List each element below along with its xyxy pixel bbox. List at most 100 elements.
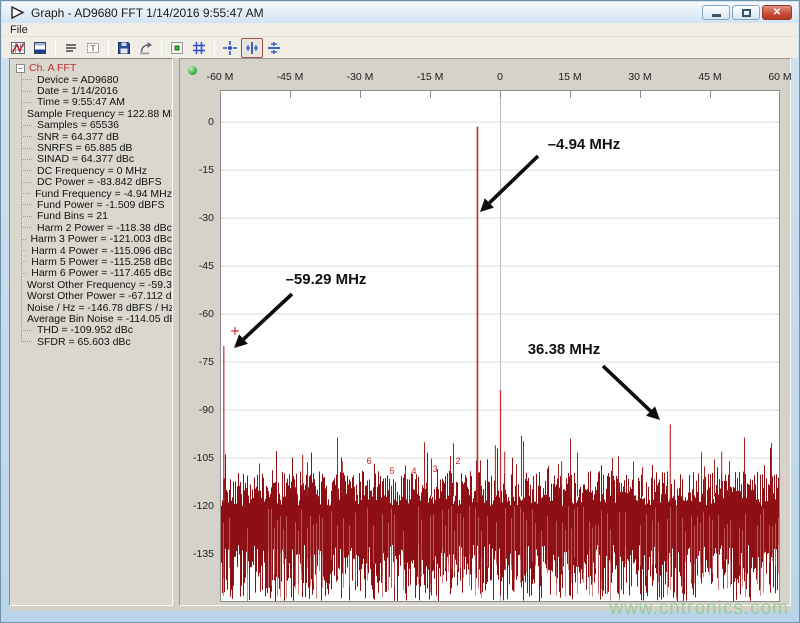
y-tick-label: -75 (184, 356, 214, 368)
text-label-button[interactable]: T (82, 38, 104, 58)
maximize-button[interactable] (732, 5, 760, 20)
fft-results-tree-panel[interactable]: − Ch. A FFT Device = AD9680Date = 1/14/2… (9, 58, 173, 606)
tree-item[interactable]: Harm 5 Power = -115.258 dBc (16, 256, 172, 267)
tree-item-label: Worst Other Frequency = -59.38 MHz (27, 279, 173, 291)
tree-item[interactable]: Fund Frequency = -4.94 MHz (16, 188, 172, 199)
tree-item[interactable]: Device = AD9680 (16, 74, 172, 85)
menu-file[interactable]: File (2, 24, 36, 36)
x-tick-label: 0 (480, 71, 520, 83)
tree-item-label: Average Bin Noise = -114.05 dBFS (27, 313, 173, 325)
grid-toggle-icon (191, 40, 207, 56)
status-led-icon (188, 66, 197, 75)
marker-toggle-icon (169, 40, 185, 56)
vertical-cursor-button[interactable] (241, 38, 263, 58)
x-tick-label: 45 M (690, 71, 730, 83)
svg-text:4: 4 (411, 466, 416, 476)
tree-item-label: Harm 2 Power = -118.38 dBc (37, 222, 172, 234)
tree-item-label: SNRFS = 65.885 dB (37, 142, 132, 154)
text-label-icon: T (85, 40, 101, 56)
client-area: − Ch. A FFT Device = AD9680Date = 1/14/2… (9, 58, 791, 611)
x-tick-label: -60 M (200, 71, 240, 83)
tree-item[interactable]: Harm 2 Power = -118.38 dBc (16, 222, 172, 233)
tree-item-label: Sample Frequency = 122.88 MHz (27, 108, 173, 120)
play-triangle-icon (10, 6, 25, 19)
tree-item-label: Harm 3 Power = -121.003 dBc (30, 233, 172, 245)
tree-item[interactable]: SINAD = 64.377 dBc (16, 154, 172, 165)
y-tick-label: -30 (184, 212, 214, 224)
svg-text:6: 6 (366, 456, 371, 466)
toolbar: T (2, 37, 798, 58)
center-cursor-icon (222, 40, 238, 56)
collapse-icon[interactable]: − (16, 64, 25, 73)
legend-lines-button[interactable] (60, 38, 82, 58)
grid-toggle-button[interactable] (188, 38, 210, 58)
toolbar-separator (108, 39, 109, 56)
tree-item[interactable]: Sample Frequency = 122.88 MHz (16, 108, 172, 119)
tree-item-label: DC Power = -83.842 dBFS (37, 176, 162, 188)
window-layout-icon (32, 40, 48, 56)
tree-item[interactable]: Fund Bins = 21 (16, 211, 172, 222)
tree-item[interactable]: Harm 6 Power = -117.465 dBc (16, 268, 172, 279)
vertical-cursor-icon (244, 40, 260, 56)
tree-item-label: Fund Bins = 21 (37, 210, 108, 222)
tree-item-label: DC Frequency = 0 MHz (37, 165, 147, 177)
tree-item-label: Device = AD9680 (37, 74, 118, 86)
close-button[interactable]: ✕ (762, 5, 792, 20)
menu-bar: File (2, 23, 798, 37)
y-tick-label: 0 (184, 116, 214, 128)
save-button[interactable] (113, 38, 135, 58)
tree-connector-line (21, 73, 22, 343)
tree-item[interactable]: Worst Other Frequency = -59.38 MHz (16, 279, 172, 290)
y-tick-label: -60 (184, 308, 214, 320)
tree-item[interactable]: Average Bin Noise = -114.05 dBFS (16, 313, 172, 324)
tree-item[interactable]: Samples = 65536 (16, 120, 172, 131)
y-tick-label: -120 (184, 500, 214, 512)
fft-plot-area[interactable]: 23456–59.29 MHz–4.94 MHz36.38 MHz (220, 90, 780, 602)
tree-item-label: Noise / Hz = -146.78 dBFS / Hz (27, 302, 173, 314)
tree-item-label: SFDR = 65.603 dBc (37, 336, 131, 348)
x-tick-label: -15 M (410, 71, 450, 83)
watermark: www.cntronics.com (609, 598, 789, 620)
tree-item[interactable]: DC Frequency = 0 MHz (16, 165, 172, 176)
tree-item-label: Fund Frequency = -4.94 MHz (35, 188, 172, 200)
tree-item[interactable]: Worst Other Power = -67.112 dBFS (16, 290, 172, 301)
horizontal-cursor-button[interactable] (263, 38, 285, 58)
tree-item[interactable]: THD = -109.952 dBc (16, 325, 172, 336)
y-tick-label: -105 (184, 452, 214, 464)
marker-toggle-button[interactable] (166, 38, 188, 58)
toolbar-separator (55, 39, 56, 56)
tree-item[interactable]: Date = 1/14/2016 (16, 85, 172, 96)
x-tick-label: 30 M (620, 71, 660, 83)
tree-root-row[interactable]: − Ch. A FFT (16, 62, 172, 74)
tree-item[interactable]: Harm 3 Power = -121.003 dBc (16, 233, 172, 244)
minimize-button[interactable] (702, 5, 730, 20)
x-tick-label: -45 M (270, 71, 310, 83)
window-layout-button[interactable] (29, 38, 51, 58)
svg-text:2: 2 (455, 456, 460, 466)
plot-red-button[interactable] (7, 38, 29, 58)
tree-item[interactable]: Harm 4 Power = -115.096 dBc (16, 245, 172, 256)
center-cursor-button[interactable] (219, 38, 241, 58)
tree-item[interactable]: SFDR = 65.603 dBc (16, 336, 172, 347)
window-titlebar[interactable]: Graph - AD9680 FFT 1/14/2016 9:55:47 AM … (2, 2, 798, 23)
tree-item[interactable]: SNR = 64.377 dB (16, 131, 172, 142)
tree-item-label: THD = -109.952 dBc (37, 324, 133, 336)
tree-item-label: Date = 1/14/2016 (37, 85, 118, 97)
window-controls: ✕ (702, 5, 792, 20)
tree-item-label: Fund Power = -1.509 dBFS (37, 199, 165, 211)
tree-item[interactable]: Fund Power = -1.509 dBFS (16, 199, 172, 210)
tree-item[interactable]: Noise / Hz = -146.78 dBFS / Hz (16, 302, 172, 313)
svg-text:5: 5 (389, 466, 394, 476)
svg-text:T: T (91, 43, 96, 52)
export-icon (138, 40, 154, 56)
save-icon (116, 40, 132, 56)
tree-item-label: Harm 4 Power = -115.096 dBc (31, 245, 172, 257)
y-tick-label: -90 (184, 404, 214, 416)
tree-item[interactable]: DC Power = -83.842 dBFS (16, 177, 172, 188)
tree-item[interactable]: SNRFS = 65.885 dB (16, 142, 172, 153)
export-button[interactable] (135, 38, 157, 58)
toolbar-separator (214, 39, 215, 56)
toolbar-separator (161, 39, 162, 56)
tree-root-label: Ch. A FFT (29, 62, 76, 74)
tree-item[interactable]: Time = 9:55:47 AM (16, 97, 172, 108)
